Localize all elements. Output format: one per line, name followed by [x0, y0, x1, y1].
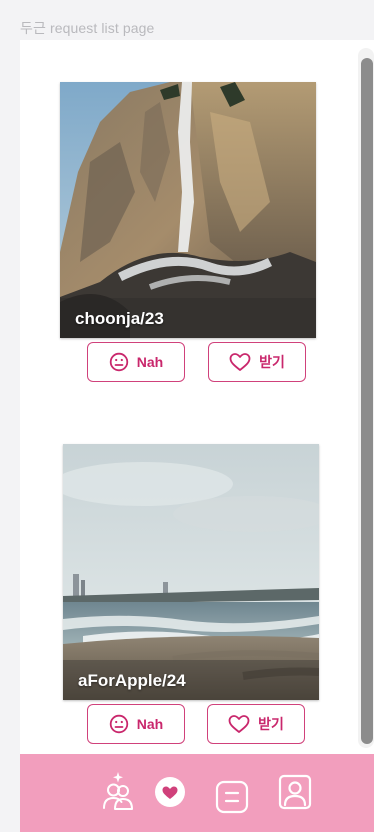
tab-chat[interactable]: [214, 776, 250, 816]
tab-profile[interactable]: [277, 774, 313, 812]
nah-button[interactable]: Nah: [87, 704, 185, 744]
tab-requests[interactable]: [152, 774, 188, 810]
profile-icon: [278, 774, 312, 810]
heart-outline-icon: [229, 353, 251, 371]
nah-label: Nah: [136, 354, 164, 370]
request-list-screen: 두근 request list page choonja/23 Nah 받기 a…: [0, 0, 374, 832]
tab-discover[interactable]: [100, 770, 136, 814]
neutral-face-icon: [109, 714, 128, 734]
accept-label: 받기: [258, 716, 284, 732]
photo-caption-bar: choonja/23: [60, 298, 316, 338]
heart-bubble-icon: [155, 777, 185, 807]
page-label: 두근 request list page: [20, 20, 155, 36]
accept-button[interactable]: 받기: [207, 704, 305, 744]
heart-outline-icon: [228, 715, 250, 733]
accept-button[interactable]: 받기: [208, 342, 306, 382]
chat-list-icon: [215, 780, 249, 814]
profile-photo[interactable]: aForApple/24: [63, 444, 319, 700]
user-name-age: aForApple/24: [78, 671, 186, 690]
scrollbar-thumb[interactable]: [361, 58, 373, 744]
accept-label: 받기: [259, 354, 285, 370]
profile-photo[interactable]: choonja/23: [60, 82, 316, 338]
person-sparkle-icon: [103, 772, 133, 810]
neutral-face-icon: [109, 352, 128, 372]
photo-caption-bar: aForApple/24: [63, 660, 319, 700]
user-name-age: choonja/23: [75, 309, 164, 328]
nah-button[interactable]: Nah: [87, 342, 185, 382]
nah-label: Nah: [136, 716, 164, 732]
bottom-tab-bar: [20, 754, 374, 832]
